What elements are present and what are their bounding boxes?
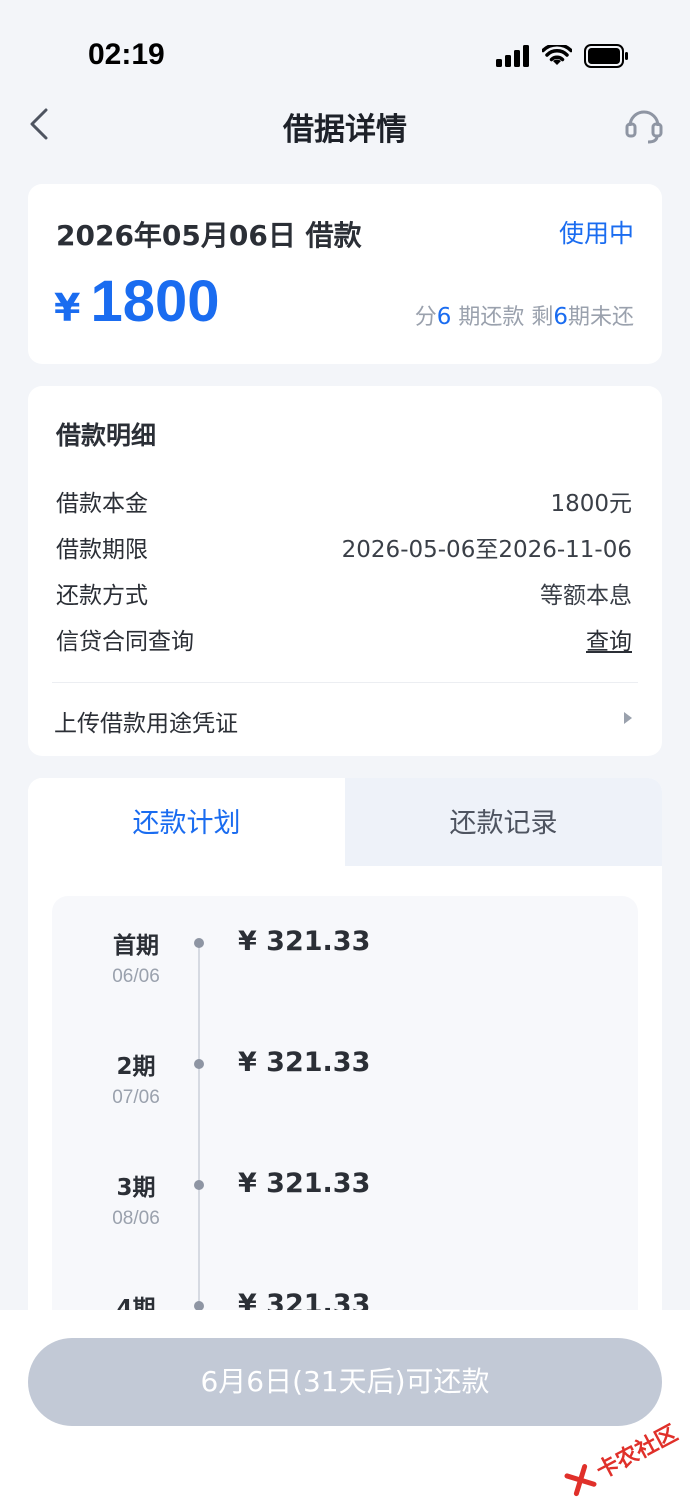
tab-repayment-record[interactable]: 还款记录 [345,778,662,866]
period-date: 06/06 [112,966,160,987]
inst-prefix: 分 [414,305,437,330]
timeline-dot [194,938,204,948]
period-amount: ¥ 321.33 [238,1168,371,1199]
loan-summary-card: 2026年05月06日 借款 使用中 ¥ 1800 分6 期还款 剩6期未还 [28,184,662,364]
repayment-plan-list: 首期 06/06 ¥ 321.33 2期 07/06 ¥ 321.33 3期 0… [52,896,638,1338]
period-name: 3期 [116,1175,156,1201]
detail-row-method: 还款方式 等额本息 [56,576,632,610]
period-amount: ¥ 321.33 [238,1047,371,1078]
inst-remaining: 6 [553,304,568,330]
divider [52,682,638,683]
detail-row-contract: 信贷合同查询 查询 [56,622,632,656]
tab-repayment-plan[interactable]: 还款计划 [28,778,345,866]
detail-label: 借款期限 [56,537,148,563]
period-amount: ¥ 321.33 [238,926,371,957]
status-time: 02:19 [88,38,165,71]
page-title: 借据详情 [283,112,407,148]
period-date: 08/06 [112,1208,160,1229]
inst-middle: 期还款 剩 [451,305,554,330]
inst-suffix: 期未还 [567,305,634,330]
period-name: 首期 [113,933,159,959]
chevron-right-icon[interactable] [624,712,632,724]
timeline-dot [194,1180,204,1190]
inst-total: 6 [436,304,452,330]
loan-status-badge: 使用中 [558,219,634,248]
status-icons [496,40,630,72]
upload-proof-item[interactable]: 上传借款用途凭证 [54,704,238,738]
repayment-card: 还款计划 还款记录 首期 06/06 ¥ 321.33 2期 07/06 ¥ 3… [28,778,662,1338]
detail-label: 借款本金 [56,491,148,517]
customer-service-button[interactable] [624,102,664,146]
amount-value: 1800 [90,269,220,334]
detail-value: 2026-05-06至2026-11-06 [341,537,632,563]
detail-label: 信贷合同查询 [56,629,194,655]
detail-label: 还款方式 [56,583,148,609]
loan-details-card: 借款明细 借款本金 1800元 借款期限 2026-05-06至2026-11-… [28,386,662,756]
contract-query-link[interactable]: 查询 [586,622,632,656]
plan-item-period: 3期 08/06 [76,1168,196,1230]
loan-date: 2026年05月06日 借款 [56,219,362,252]
plan-item-period: 2期 07/06 [76,1047,196,1109]
timeline-dot [194,1059,204,1069]
plan-item-period: 首期 06/06 [76,926,196,988]
details-title: 借款明细 [56,421,157,450]
timeline-line [198,942,200,1338]
wifi-icon [542,45,572,65]
detail-value: 等额本息 [540,583,632,609]
signal-icon [496,45,529,67]
repay-button[interactable]: 6月6日(31天后)可还款 [28,1338,662,1426]
currency-symbol: ¥ [54,286,81,330]
installment-info: 分6 期还款 剩6期未还 [415,299,634,331]
battery-icon [584,44,628,68]
detail-row-term: 借款期限 2026-05-06至2026-11-06 [56,530,632,564]
detail-value: 1800元 [550,491,632,517]
detail-row-principal: 借款本金 1800元 [56,484,632,518]
period-date: 07/06 [112,1087,160,1108]
headset-icon [625,110,663,144]
loan-amount: ¥ 1800 [54,268,219,335]
nav-bar: 借据详情 [0,88,690,160]
period-name: 2期 [116,1054,156,1080]
